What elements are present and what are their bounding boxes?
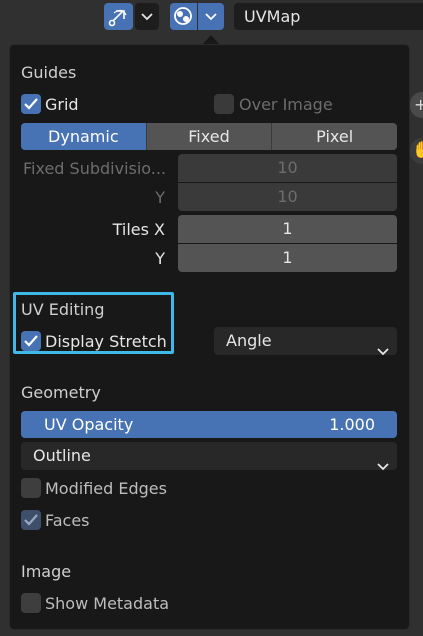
tiles-y-label: Y [155,249,165,268]
uv-sync-select-icon [104,3,133,30]
edge-display-value: Outline [33,446,91,465]
hand-icon: ✋ [412,140,423,159]
uv-opacity-label: UV Opacity [44,415,134,434]
tiles-x-label: Tiles X [112,220,165,239]
tiles-x-field[interactable]: 1 [178,215,397,243]
grid-label: Grid [45,95,79,114]
uv-sync-select-button[interactable] [104,3,133,30]
fixed-subdivisions-y-field[interactable]: 10 [178,183,397,211]
tiles-y-field[interactable]: 1 [178,244,397,272]
over-image-label: Over Image [239,95,333,114]
chevron-down-icon [377,452,389,480]
over-image-checkbox[interactable] [214,94,234,114]
check-icon [24,514,38,526]
display-stretch-checkbox[interactable] [21,331,41,351]
side-hand-button[interactable]: ✋ [410,138,423,164]
overlay-dropdown-button[interactable] [198,3,224,30]
check-icon [24,98,38,110]
display-stretch-label: Display Stretch [45,332,167,351]
overlay-icon [170,3,197,30]
uv-editing-heading: UV Editing [21,300,105,319]
chevron-down-icon [135,3,159,30]
faces-checkbox[interactable] [21,510,41,530]
edge-display-dropdown[interactable]: Outline [21,442,397,471]
chevron-down-icon [377,337,389,365]
grid-mode-selector: Dynamic Fixed Pixel [21,123,397,150]
modified-edges-label: Modified Edges [45,479,167,498]
fixed-subdivisions-label: Fixed Subdivisio... [23,159,167,178]
modified-edges-checkbox[interactable] [21,478,41,498]
plus-icon: + [414,95,423,114]
mode-fixed[interactable]: Fixed [146,123,273,150]
image-heading: Image [21,562,72,581]
select-mode-dropdown-button[interactable] [135,3,159,30]
chevron-down-icon [198,3,224,30]
show-metadata-checkbox[interactable] [21,593,41,613]
overlay-toggle-button[interactable] [170,3,197,30]
header-bar: UVMap [0,0,423,34]
faces-label: Faces [45,511,90,530]
stretch-mode-value: Angle [226,331,272,350]
show-metadata-label: Show Metadata [45,594,170,613]
uv-map-selector[interactable]: UVMap [234,3,423,30]
side-tool-button[interactable]: + [410,92,423,118]
mode-pixel[interactable]: Pixel [272,123,397,150]
fixed-subdivisions-x-field[interactable]: 10 [178,154,397,182]
check-icon [24,335,38,347]
grid-checkbox[interactable] [21,94,41,114]
fixed-subdivisions-y-label: Y [155,188,165,207]
uv-opacity-slider[interactable]: UV Opacity 1.000 [21,411,397,438]
stretch-mode-dropdown[interactable]: Angle [214,327,397,356]
guides-heading: Guides [21,63,77,82]
geometry-heading: Geometry [21,383,101,402]
uv-opacity-value: 1.000 [329,415,375,434]
mode-dynamic[interactable]: Dynamic [21,123,147,150]
